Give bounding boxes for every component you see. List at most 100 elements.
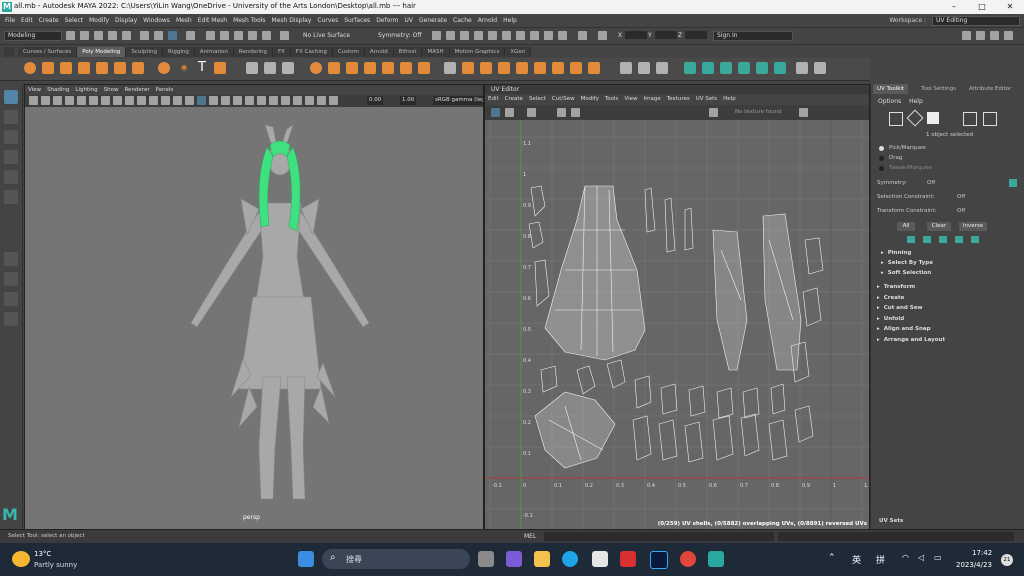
menu-help[interactable]: Help xyxy=(500,14,520,27)
tab-attribute-editor[interactable]: Attribute Editor xyxy=(965,84,1015,94)
viewport-tool-icon[interactable] xyxy=(197,96,206,105)
menu-display[interactable]: Display xyxy=(112,14,140,27)
menu-create[interactable]: Create xyxy=(36,14,62,27)
shelf-tab-animation[interactable]: Animation xyxy=(194,47,234,57)
file-explorer-icon[interactable] xyxy=(534,551,550,567)
viewport-menu-lighting[interactable]: Lighting xyxy=(72,85,100,95)
selection-constraint-value[interactable]: Off xyxy=(957,194,965,200)
battery-icon[interactable]: ▭ xyxy=(934,553,942,562)
clock-time[interactable]: 17:42 xyxy=(972,549,992,557)
render-settings-icon[interactable] xyxy=(474,31,483,40)
viewport-tool-icon[interactable] xyxy=(293,96,302,105)
uv-menu-view[interactable]: View xyxy=(621,94,640,105)
tweak-marquee-radio[interactable] xyxy=(879,166,884,171)
clear-selection-button[interactable]: Clear xyxy=(927,222,951,231)
viewport-tool-icon[interactable] xyxy=(149,96,158,105)
mirror-icon[interactable] xyxy=(282,62,294,74)
viewport-tool-icon[interactable] xyxy=(101,96,110,105)
tab-uv-toolkit[interactable]: UV Toolkit xyxy=(873,84,909,94)
separate-icon[interactable] xyxy=(264,62,276,74)
pick-marquee-radio[interactable] xyxy=(879,146,884,151)
viewport-menu-renderer[interactable]: Renderer xyxy=(121,85,152,95)
modeling-toolkit-icon[interactable] xyxy=(962,31,971,40)
clock-date[interactable]: 2023/4/23 xyxy=(956,561,992,569)
viewport-tool-icon[interactable] xyxy=(161,96,170,105)
menu-mesh-display[interactable]: Mesh Display xyxy=(269,14,315,27)
insert-edge-loop-icon[interactable] xyxy=(462,62,474,74)
shelf-tab-bifrost[interactable]: Bifrost xyxy=(393,47,423,57)
poly-cylinder-icon[interactable] xyxy=(60,62,72,74)
select-all-button[interactable]: All xyxy=(897,222,915,231)
save-scene-icon[interactable] xyxy=(94,31,103,40)
viewport-tool-icon[interactable] xyxy=(65,96,74,105)
smooth-icon[interactable] xyxy=(310,62,322,74)
start-icon[interactable] xyxy=(298,551,314,567)
menu-modify[interactable]: Modify xyxy=(86,14,112,27)
section-align-and-snap[interactable]: ▸ Align and Snap xyxy=(877,326,931,332)
wedge-icon[interactable] xyxy=(534,62,546,74)
uv-menu-edit[interactable]: Edit xyxy=(485,94,502,105)
select-object-icon[interactable] xyxy=(154,31,163,40)
uv-shaded-icon[interactable] xyxy=(505,108,514,117)
section-arrange-and-layout[interactable]: ▸ Arrange and Layout xyxy=(877,337,945,343)
viewport-tool-icon[interactable] xyxy=(269,96,278,105)
uv-canvas[interactable]: -0.1 0 0.1 0.2 0.3 0.4 0.5 0.6 0.7 0.8 0.9 1 1.1 1.1… xyxy=(485,120,872,529)
subsection-soft-selection[interactable]: ▸ Soft Selection xyxy=(881,270,931,276)
viewport-tool-icon[interactable] xyxy=(89,96,98,105)
section-unfold[interactable]: ▸ Unfold xyxy=(877,316,904,322)
perspective-viewport[interactable]: View Shading Lighting Show Renderer Panels 0.… xyxy=(24,84,484,530)
uv-checker-icon[interactable] xyxy=(571,108,580,117)
select-border-icon[interactable] xyxy=(939,236,947,243)
mode-dropdown[interactable]: Modeling xyxy=(4,31,62,41)
symmetry-grid-icon[interactable] xyxy=(1009,179,1017,187)
section-cut-and-sew[interactable]: ▸ Cut and Sew xyxy=(877,305,923,311)
texture-selector-icon[interactable] xyxy=(709,108,718,117)
viewport-tool-icon[interactable] xyxy=(185,96,194,105)
select-component-icon[interactable] xyxy=(168,31,177,40)
shrink-selection-icon[interactable] xyxy=(923,236,931,243)
viewport-tool-icon[interactable] xyxy=(29,96,38,105)
weather-icon[interactable] xyxy=(12,551,30,567)
menu-windows[interactable]: Windows xyxy=(140,14,173,27)
photoshop-icon[interactable] xyxy=(650,551,668,569)
select-hierarchy-icon[interactable] xyxy=(140,31,149,40)
poly-cube-icon[interactable] xyxy=(42,62,54,74)
light-icon[interactable] xyxy=(530,31,539,40)
uv-menu-help[interactable]: Help xyxy=(720,94,739,105)
uv-menu-cut-sew[interactable]: Cut/Sew xyxy=(549,94,578,105)
notification-badge[interactable]: 21 xyxy=(1001,554,1013,566)
make-live-icon[interactable] xyxy=(656,62,668,74)
exposure-icon[interactable] xyxy=(799,108,808,117)
viewport-tool-icon[interactable] xyxy=(77,96,86,105)
select-shell-icon[interactable] xyxy=(955,236,963,243)
tool-settings-icon[interactable] xyxy=(990,31,999,40)
menu-generate[interactable]: Generate xyxy=(416,14,450,27)
viewport-tool-icon[interactable] xyxy=(257,96,266,105)
subsection-select-by-type[interactable]: ▸ Select By Type xyxy=(881,260,933,266)
uv-planar-icon[interactable] xyxy=(684,62,696,74)
menu-mesh-tools[interactable]: Mesh Tools xyxy=(230,14,268,27)
viewport-tool-icon[interactable] xyxy=(209,96,218,105)
uv-grid-icon[interactable] xyxy=(491,108,500,117)
viewport-tool-icon[interactable] xyxy=(233,96,242,105)
viewport-tool-icon[interactable] xyxy=(113,96,122,105)
attribute-editor-icon[interactable] xyxy=(976,31,985,40)
shelf-tab-custom[interactable]: Custom xyxy=(332,47,365,57)
poly-disc-icon[interactable] xyxy=(132,62,144,74)
weather-temperature[interactable]: 13°C xyxy=(34,550,51,558)
poly-sphere-icon[interactable] xyxy=(24,62,36,74)
lasso-tool-icon[interactable] xyxy=(4,110,18,124)
close-icon[interactable]: ✕ xyxy=(996,0,1024,14)
mask-icon[interactable] xyxy=(186,31,195,40)
outliner-layout-icon[interactable] xyxy=(4,312,18,326)
tab-tool-settings[interactable]: Tool Settings xyxy=(917,84,960,94)
extract-icon[interactable] xyxy=(552,62,564,74)
uv-menu-textures[interactable]: Textures xyxy=(664,94,693,105)
uv-spherical-icon[interactable] xyxy=(720,62,732,74)
viewport-tool-icon[interactable] xyxy=(281,96,290,105)
snap-surface-icon[interactable] xyxy=(262,31,271,40)
shelf-tab-fx-caching[interactable]: FX Caching xyxy=(290,47,333,57)
select-overlap-icon[interactable] xyxy=(971,236,979,243)
search-box[interactable]: ⌕ 搜尋 xyxy=(322,549,470,569)
mel-command-input[interactable] xyxy=(544,532,774,541)
